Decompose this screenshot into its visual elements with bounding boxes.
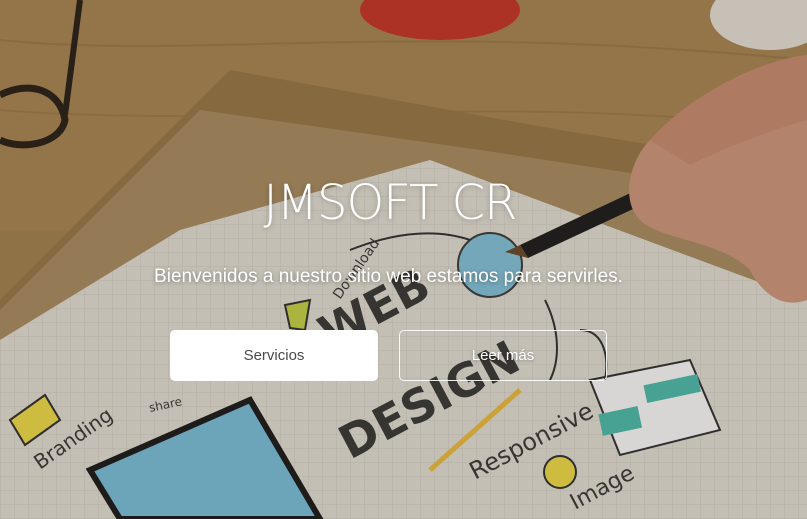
hero-subtitle: Bienvenidos a nuestro sitio web estamos … bbox=[154, 266, 623, 287]
hero-section: WEB DESIGN Responsive Image Branding sha… bbox=[0, 0, 807, 519]
hero-content: JMSOFT CR Bienvenidos a nuestro sitio we… bbox=[0, 0, 807, 519]
hero-title: JMSOFT CR bbox=[263, 175, 517, 231]
servicios-button[interactable]: Servicios bbox=[170, 330, 378, 381]
leer-mas-button[interactable]: Leer más bbox=[399, 330, 607, 381]
